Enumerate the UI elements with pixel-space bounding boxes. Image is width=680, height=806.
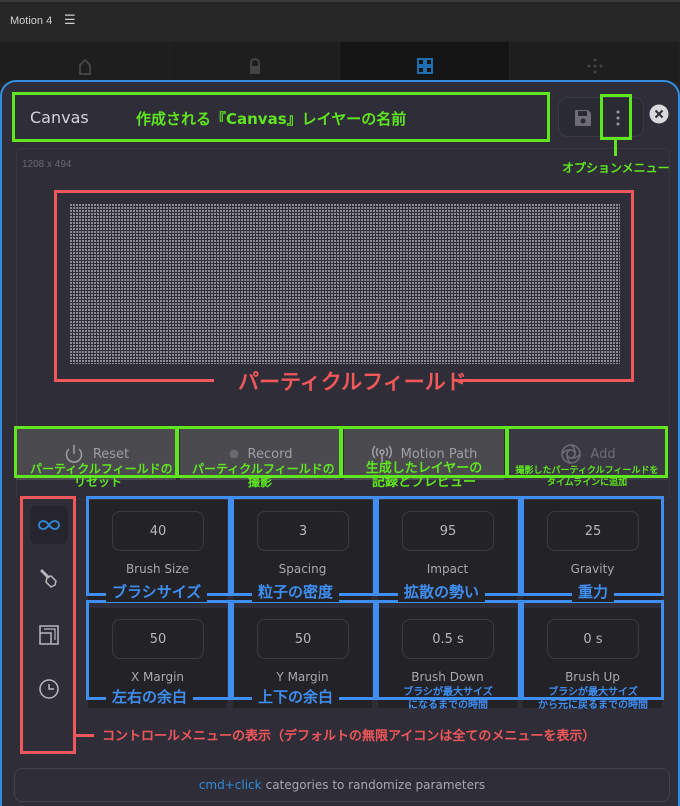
annotation-box-option-menu — [600, 94, 632, 140]
annotation-box-y-margin — [231, 600, 376, 700]
annotation-gravity: 重力 — [572, 581, 615, 602]
annotation-brush-down: ブラシが最大サイズ になるまでの時間 — [378, 686, 518, 712]
annotation-box-x-margin — [86, 600, 231, 700]
annotation-line-2: 記録とプレビュー — [371, 475, 476, 490]
annotation-line-1: 生成したレイヤーの — [365, 461, 483, 476]
annotation-box-sidebar — [20, 496, 76, 754]
annotation-line-1: パーティクルフィールドの — [192, 462, 335, 476]
annotation-motion-path: 生成したレイヤーの 記録とプレビュー — [356, 462, 492, 490]
annotation-line-1: ブラシが最大サイズ — [403, 687, 493, 698]
randomize-hint: cmd+click categories to randomize parame… — [14, 768, 670, 802]
annotation-connector — [76, 734, 94, 737]
tab-home[interactable] — [0, 42, 170, 82]
tab-move[interactable] — [510, 42, 680, 82]
tab-lock[interactable] — [170, 42, 340, 82]
annotation-line — [54, 379, 214, 382]
hint-accent: cmd+click — [198, 778, 262, 792]
tab-grid[interactable] — [340, 42, 510, 82]
annotation-line — [456, 379, 634, 382]
canvas-dimensions: 1208 x 494 — [22, 159, 72, 170]
annotation-record: パーティクルフィールドの 撮影 — [192, 463, 335, 489]
app-header: Motion 4 ☰ — [0, 0, 680, 42]
annotation-option-menu: オプションメニュー — [562, 161, 670, 175]
move-icon — [587, 58, 602, 74]
annotation-spacing: 粒子の密度 — [252, 581, 340, 602]
top-tabs — [0, 42, 680, 82]
save-icon[interactable] — [573, 108, 593, 128]
annotation-line-1: 撮影したパーティクルフィールドを — [515, 466, 659, 476]
app-title: Motion 4 — [10, 15, 53, 27]
annotation-brush-size: ブラシサイズ — [106, 581, 208, 602]
annotation-y-margin: 上下の余白 — [252, 686, 340, 707]
annotation-box-brush-up — [521, 600, 664, 700]
annotation-connector — [614, 140, 617, 156]
hint-text: categories to randomize parameters — [265, 778, 486, 792]
annotation-reset: パーティクルフィールドの リセット — [30, 463, 173, 489]
annotation-line-1: ブラシが最大サイズ — [548, 687, 638, 698]
annotation-line-2: タイムラインに追加 — [546, 478, 628, 488]
annotation-brush-up: ブラシが最大サイズ から元に戻るまでの時間 — [518, 686, 668, 712]
hamburger-icon[interactable]: ☰ — [64, 13, 76, 28]
annotation-line-2: リセット — [73, 475, 122, 489]
close-icon[interactable] — [649, 104, 669, 124]
particle-panel: Canvas 1208 x 494 Reset Record Motion Pa… — [0, 80, 680, 806]
annotation-box-particle-field — [54, 190, 634, 382]
annotation-line-2: から元に戻るまでの時間 — [538, 700, 648, 711]
annotation-add: 撮影したパーティクルフィールドを タイムラインに追加 — [510, 465, 664, 489]
annotation-line-1: パーティクルフィールドの — [30, 462, 173, 476]
annotation-line-2: になるまでの時間 — [408, 700, 488, 711]
grid-icon — [416, 58, 433, 74]
annotation-impact: 拡散の勢い — [398, 581, 486, 602]
annotation-line-2: 撮影 — [247, 475, 272, 489]
home-icon — [78, 58, 91, 75]
annotation-sidebar: コントロールメニューの表示（デフォルトの無限アイコンは全てのメニューを表示） — [102, 729, 596, 744]
lock-icon — [249, 58, 260, 74]
annotation-layer-name: 作成される『Canvas』レイヤーの名前 — [136, 110, 407, 128]
annotation-particle-field: パーティクルフィールド — [238, 370, 467, 394]
annotation-box-brush-down — [376, 600, 521, 700]
annotation-x-margin: 左右の余白 — [106, 686, 194, 707]
